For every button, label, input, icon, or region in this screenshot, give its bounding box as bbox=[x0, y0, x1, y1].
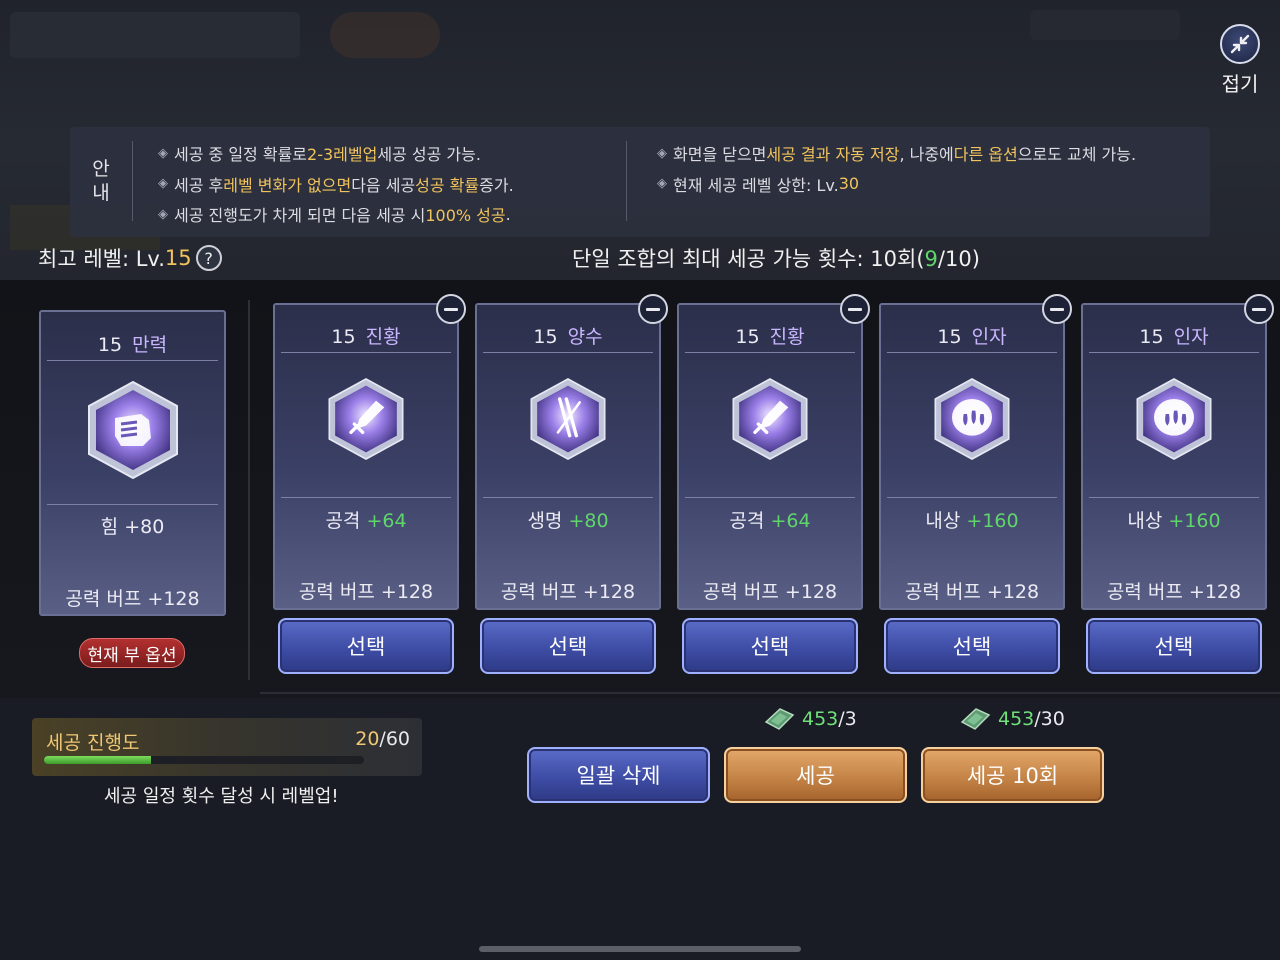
refine-progress-panel: 세공 진행도 20/60 bbox=[32, 718, 422, 776]
select-button[interactable]: 선택 bbox=[682, 618, 858, 674]
background-panel bbox=[10, 12, 300, 58]
notice-right-column: ◈ 화면을 닫으면 세공 결과 자동 저장, 나중에 다른 옵션 으로도 교체 가… bbox=[657, 138, 1136, 199]
best-level: 최고 레벨: Lv. 15 ? bbox=[38, 243, 222, 273]
refine10-cost: 453/30 bbox=[958, 706, 1065, 732]
remove-icon[interactable] bbox=[638, 294, 668, 324]
divider bbox=[132, 141, 133, 221]
option-card[interactable]: 15 양수 생명 +80 공력 버프 +128 bbox=[475, 303, 661, 610]
card-buff: 공력 버프 +128 bbox=[65, 588, 200, 610]
notice-line: ◈ 세공 중 일정 확률로 2-3레벨업 세공 성공 가능. bbox=[158, 145, 481, 165]
divider bbox=[260, 692, 1280, 694]
fist-gem-icon bbox=[85, 380, 181, 484]
card-title: 15 진황 bbox=[331, 326, 401, 348]
progress-bar bbox=[44, 756, 364, 764]
option-card[interactable]: 15 인자 내상 +160 공력 버프 +128 bbox=[879, 303, 1065, 610]
notice-left-column: ◈ 세공 중 일정 확률로 2-3레벨업 세공 성공 가능. ◈ 세공 후 레벨… bbox=[158, 138, 514, 230]
notice-line: ◈ 화면을 닫으면 세공 결과 자동 저장, 나중에 다른 옵션 으로도 교체 가… bbox=[657, 145, 1137, 165]
remove-icon[interactable] bbox=[840, 294, 870, 324]
diamond-bullet-icon: ◈ bbox=[158, 206, 168, 222]
help-icon[interactable]: ? bbox=[195, 245, 222, 271]
collapse-arrows-icon bbox=[1220, 24, 1260, 64]
select-button[interactable]: 선택 bbox=[278, 618, 454, 674]
refine-cost: 453/3 bbox=[762, 706, 857, 732]
drops-gem-icon bbox=[1134, 377, 1214, 465]
notice-panel: 안내 ◈ 세공 중 일정 확률로 2-3레벨업 세공 성공 가능. ◈ 세공 후… bbox=[70, 127, 1210, 237]
card-title: 15 진황 bbox=[735, 326, 805, 348]
card-stat: 생명 +80 bbox=[527, 510, 609, 532]
sword-gem-icon bbox=[326, 377, 406, 465]
progress-label: 세공 진행도 bbox=[46, 732, 140, 754]
option-card[interactable]: 15 진황 공격 +64 공력 버프 +128 bbox=[273, 303, 459, 610]
diamond-bullet-icon: ◈ bbox=[657, 145, 667, 161]
jade-stone-icon bbox=[960, 708, 991, 730]
card-stat: 내상 +160 bbox=[1127, 510, 1221, 532]
blades-gem-icon bbox=[528, 377, 608, 465]
card-title: 15 양수 bbox=[533, 326, 603, 348]
current-option-badge: 현재 부 옵션 bbox=[79, 638, 185, 668]
select-button[interactable]: 선택 bbox=[1086, 618, 1262, 674]
card-buff: 공력 버프 +128 bbox=[1106, 581, 1242, 603]
progress-count: 20/60 bbox=[355, 728, 410, 750]
drops-gem-icon bbox=[932, 377, 1012, 465]
card-buff: 공력 버프 +128 bbox=[298, 581, 434, 603]
background-currency bbox=[1030, 10, 1180, 40]
diamond-bullet-icon: ◈ bbox=[158, 176, 168, 192]
notice-line: ◈ 세공 진행도가 차게 되면 다음 세공 시 100% 성공. bbox=[158, 204, 511, 226]
refine-10-button[interactable]: 세공 10회 bbox=[921, 747, 1104, 803]
card-title: 15 인자 bbox=[937, 326, 1007, 348]
max-refine-count: 단일 조합의 최대 세공 가능 횟수: 10회(9/10) bbox=[572, 247, 980, 271]
card-stat: 공격 +64 bbox=[325, 510, 407, 532]
card-buff: 공력 버프 +128 bbox=[500, 581, 636, 603]
divider bbox=[248, 300, 250, 680]
option-card[interactable]: 15 인자 내상 +160 공력 버프 +128 bbox=[1081, 303, 1267, 610]
select-button[interactable]: 선택 bbox=[884, 618, 1060, 674]
notice-title: 안내 bbox=[92, 158, 110, 204]
remove-icon[interactable] bbox=[1244, 294, 1274, 324]
refine-button[interactable]: 세공 bbox=[724, 747, 907, 803]
card-stat: 내상 +160 bbox=[925, 510, 1019, 532]
fold-label: 접기 bbox=[1221, 72, 1259, 96]
diamond-bullet-icon: ◈ bbox=[657, 176, 667, 192]
option-card[interactable]: 15 진황 공격 +64 공력 버프 +128 bbox=[677, 303, 863, 610]
delete-all-button[interactable]: 일괄 삭제 bbox=[527, 747, 710, 803]
sword-gem-icon bbox=[730, 377, 810, 465]
card-buff: 공력 버프 +128 bbox=[904, 581, 1040, 603]
fold-button[interactable]: 접기 bbox=[1212, 24, 1268, 97]
home-indicator bbox=[479, 946, 801, 952]
card-stat: 공격 +64 bbox=[729, 510, 811, 532]
diamond-bullet-icon: ◈ bbox=[158, 145, 168, 161]
progress-fill bbox=[44, 756, 151, 764]
jade-stone-icon bbox=[764, 708, 795, 730]
notice-line: ◈ 현재 세공 레벨 상한: Lv. 30 bbox=[657, 174, 860, 195]
notice-line: ◈ 세공 후 레벨 변화가 없으면 다음 세공 성공 확률 증가. bbox=[158, 175, 514, 195]
current-option-card: 15 만력 힘 +80 공력 버프 +128 bbox=[39, 310, 226, 616]
background-avatar bbox=[330, 12, 440, 58]
progress-hint: 세공 일정 횟수 달성 시 레벨업! bbox=[104, 786, 339, 807]
card-buff: 공력 버프 +128 bbox=[702, 581, 838, 603]
card-title: 15 만력 bbox=[97, 334, 168, 356]
card-stat: 힘 +80 bbox=[100, 516, 165, 538]
divider bbox=[626, 141, 627, 221]
remove-icon[interactable] bbox=[1042, 294, 1072, 324]
select-button[interactable]: 선택 bbox=[480, 618, 656, 674]
card-title: 15 인자 bbox=[1139, 326, 1209, 348]
remove-icon[interactable] bbox=[436, 294, 466, 324]
